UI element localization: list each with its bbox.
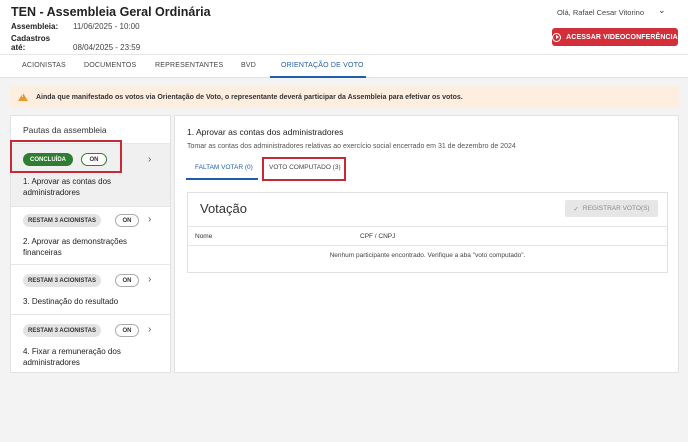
- voting-card: Votação ✓ REGISTRAR VOTO(S) Nome CPF / C…: [187, 192, 668, 273]
- column-header-nome: Nome: [195, 233, 213, 240]
- active-tab-indicator: [270, 76, 366, 78]
- agenda-panel-title: Pautas da assembleia: [23, 125, 107, 135]
- page-title: TEN - Assembleia Geral Ordinária: [11, 5, 211, 19]
- agenda-detail-title: 1. Aprovar as contas dos administradores: [187, 127, 344, 137]
- assembly-value: 11/06/2025 - 10:00: [73, 22, 140, 31]
- voting-title: Votação: [200, 201, 247, 216]
- agenda-item-label: 2. Aprovar as demonstrações financeiras: [23, 237, 128, 257]
- column-header-cpf-cnpj: CPF / CNPJ: [360, 233, 396, 240]
- toggle-on[interactable]: ON: [115, 274, 139, 287]
- register-vote-button[interactable]: ✓ REGISTRAR VOTO(S): [565, 200, 658, 217]
- warning-banner: Ainda que manifestado os votos via Orien…: [10, 86, 679, 108]
- play-circle-icon: [552, 32, 562, 42]
- chevron-right-icon[interactable]: ›: [148, 154, 151, 165]
- agenda-item-label: 4. Fixar a remuneração dos administrador…: [23, 347, 121, 367]
- chevron-right-icon[interactable]: ›: [148, 214, 151, 225]
- highlight-box: [262, 157, 346, 181]
- toggle-on[interactable]: ON: [115, 324, 139, 337]
- agenda-detail-description: Tomar as contas dos administradores rela…: [187, 143, 516, 150]
- status-badge: RESTAM 3 ACIONISTAS: [23, 274, 101, 287]
- tab-acionistas[interactable]: ACIONISTAS: [22, 62, 66, 69]
- tab-orientacao-de-voto[interactable]: ORIENTAÇÃO DE VOTO: [281, 62, 364, 69]
- chevron-right-icon[interactable]: ›: [148, 274, 151, 285]
- assembly-label: Assembleia:: [11, 22, 59, 31]
- chevron-right-icon[interactable]: ›: [148, 324, 151, 335]
- assembly-info: Assembleia: 11/06/2025 - 10:00: [11, 22, 140, 31]
- warning-icon: [18, 93, 28, 101]
- subtab-faltam-votar[interactable]: FALTAM VOTAR (0): [195, 164, 253, 171]
- user-greeting[interactable]: Olá, Rafael Cesar Vitorino: [557, 8, 644, 17]
- video-conference-button[interactable]: ACESSAR VIDEOCONFERÊNCIA: [552, 28, 678, 46]
- video-conference-label: ACESSAR VIDEOCONFERÊNCIA: [566, 33, 678, 41]
- chevron-down-icon[interactable]: ⌄: [658, 5, 666, 16]
- tab-representantes[interactable]: REPRESENTANTES: [155, 62, 223, 69]
- highlight-box: [10, 140, 122, 173]
- status-badge: RESTAM 3 ACIONISTAS: [23, 324, 101, 337]
- main-tabs: ACIONISTAS DOCUMENTOS REPRESENTANTES BVD…: [0, 54, 688, 78]
- cadastros-info: Cadastros até: 08/04/2025 - 23:59: [11, 34, 140, 52]
- table-header: Nome CPF / CNPJ: [188, 226, 667, 246]
- tab-documentos[interactable]: DOCUMENTOS: [84, 62, 136, 69]
- tab-bvd[interactable]: BVD: [241, 62, 256, 69]
- agenda-item-3[interactable]: RESTAM 3 ACIONISTAS ON › 3. Destinação d…: [11, 264, 170, 314]
- active-subtab-indicator: [186, 178, 258, 180]
- toggle-on[interactable]: ON: [115, 214, 139, 227]
- cadastros-value: 08/04/2025 - 23:59: [73, 43, 141, 52]
- agenda-item-4[interactable]: RESTAM 3 ACIONISTAS ON › 4. Fixar a remu…: [11, 314, 170, 372]
- agenda-detail-panel: 1. Aprovar as contas dos administradores…: [174, 115, 679, 373]
- agenda-item-label: 1. Aprovar as contas dos administradores: [23, 177, 112, 197]
- empty-state-message: Nenhum participante encontrado. Verifiqu…: [329, 252, 526, 259]
- status-badge: RESTAM 3 ACIONISTAS: [23, 214, 101, 227]
- check-icon: ✓: [573, 205, 579, 213]
- warning-text: Ainda que manifestado os votos via Orien…: [36, 93, 463, 101]
- agenda-item-2[interactable]: RESTAM 3 ACIONISTAS ON › 2. Aprovar as d…: [11, 206, 170, 264]
- register-vote-label: REGISTRAR VOTO(S): [582, 205, 650, 212]
- agenda-item-label: 3. Destinação do resultado: [23, 297, 119, 306]
- cadastros-label: Cadastros até:: [11, 34, 51, 52]
- header: TEN - Assembleia Geral Ordinária Assembl…: [0, 0, 688, 54]
